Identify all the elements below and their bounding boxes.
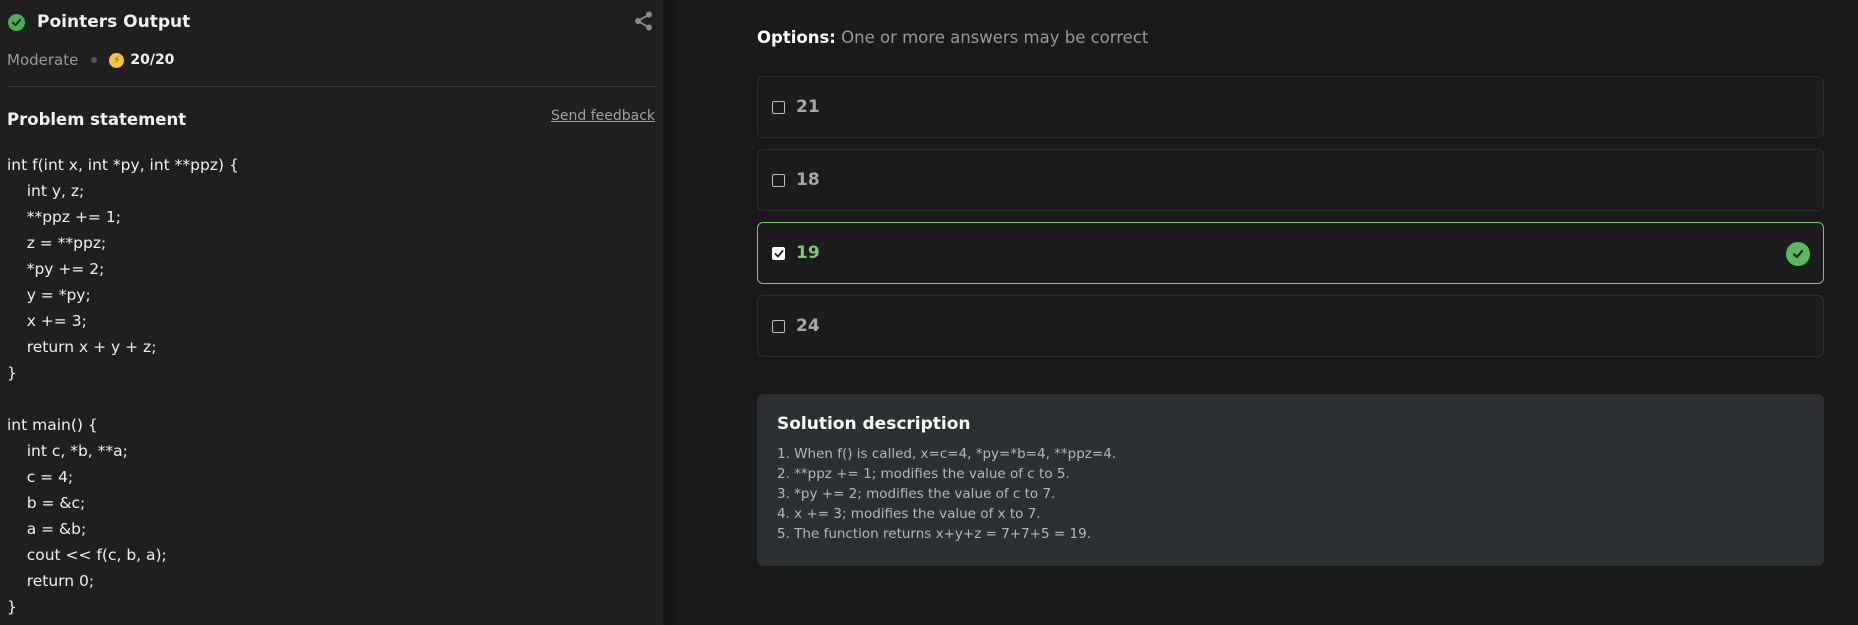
- option-19[interactable]: 19: [757, 222, 1824, 284]
- option-18[interactable]: 18: [757, 149, 1824, 211]
- option-24[interactable]: 24: [757, 295, 1824, 357]
- score-label: 20/20: [130, 52, 175, 68]
- solution-line: 4. x += 3; modifies the value of x to 7.: [777, 506, 1041, 522]
- send-feedback-link[interactable]: Send feedback: [551, 108, 655, 124]
- code-line: int main() {: [7, 416, 98, 434]
- share-icon[interactable]: [633, 10, 655, 32]
- option-label: 19: [796, 243, 820, 263]
- solved-check-icon: [8, 13, 25, 31]
- problem-panel: Pointers Output Moderate ⚡ 20/20 Problem…: [0, 0, 663, 625]
- code-block: int f(int x, int *py, int **ppz) { int y…: [7, 152, 239, 620]
- separator-dot: [91, 57, 98, 63]
- coin-icon: ⚡: [109, 52, 125, 68]
- code-line: y = *py;: [7, 286, 91, 304]
- code-line: x += 3;: [7, 312, 87, 330]
- code-line: }: [7, 598, 17, 616]
- option-label: 21: [796, 97, 820, 117]
- code-line: int f(int x, int *py, int **ppz) {: [7, 156, 239, 174]
- code-line: cout << f(c, b, a);: [7, 546, 167, 564]
- problem-meta: Moderate ⚡ 20/20: [7, 51, 174, 69]
- problem-title: Pointers Output: [37, 12, 191, 32]
- check-circle-icon: [1786, 242, 1810, 266]
- option-checkbox[interactable]: [772, 174, 785, 187]
- code-line: **ppz += 1;: [7, 208, 121, 226]
- code-line: return 0;: [7, 572, 95, 590]
- options-label: Options:: [757, 28, 836, 47]
- options-heading: Options: One or more answers may be corr…: [757, 28, 1148, 47]
- solution-title: Solution description: [777, 414, 971, 434]
- answer-panel: Options: One or more answers may be corr…: [677, 0, 1858, 625]
- solution-line: 1. When f() is called, x=c=4, *py=*b=4, …: [777, 446, 1117, 462]
- option-checkbox[interactable]: [772, 101, 785, 114]
- problem-header: Pointers Output: [8, 12, 190, 32]
- solution-box: Solution description 1. When f() is call…: [757, 394, 1824, 566]
- code-line: }: [7, 364, 17, 382]
- divider-line: [7, 86, 657, 87]
- option-checkbox[interactable]: [772, 320, 785, 333]
- options-hint: One or more answers may be correct: [841, 28, 1149, 47]
- code-line: z = **ppz;: [7, 234, 107, 252]
- code-line: int y, z;: [7, 182, 85, 200]
- solution-lines: 1. When f() is called, x=c=4, *py=*b=4, …: [777, 444, 1804, 544]
- difficulty-label: Moderate: [7, 51, 79, 69]
- panel-resizer[interactable]: [663, 0, 1335, 625]
- code-line: a = &b;: [7, 520, 87, 538]
- code-line: return x + y + z;: [7, 338, 157, 356]
- option-label: 24: [796, 316, 820, 336]
- option-checkbox-checked[interactable]: [772, 247, 785, 260]
- problem-statement-heading: Problem statement: [7, 110, 187, 129]
- option-label: 18: [796, 170, 820, 190]
- solution-line: 2. **ppz += 1; modifies the value of c t…: [777, 466, 1070, 482]
- solution-line: 3. *py += 2; modifies the value of c to …: [777, 486, 1056, 502]
- option-21[interactable]: 21: [757, 76, 1824, 138]
- code-line: int c, *b, **a;: [7, 442, 128, 460]
- code-line: b = &c;: [7, 494, 86, 512]
- code-line: *py += 2;: [7, 260, 105, 278]
- code-line: c = 4;: [7, 468, 74, 486]
- solution-line: 5. The function returns x+y+z = 7+7+5 = …: [777, 526, 1091, 542]
